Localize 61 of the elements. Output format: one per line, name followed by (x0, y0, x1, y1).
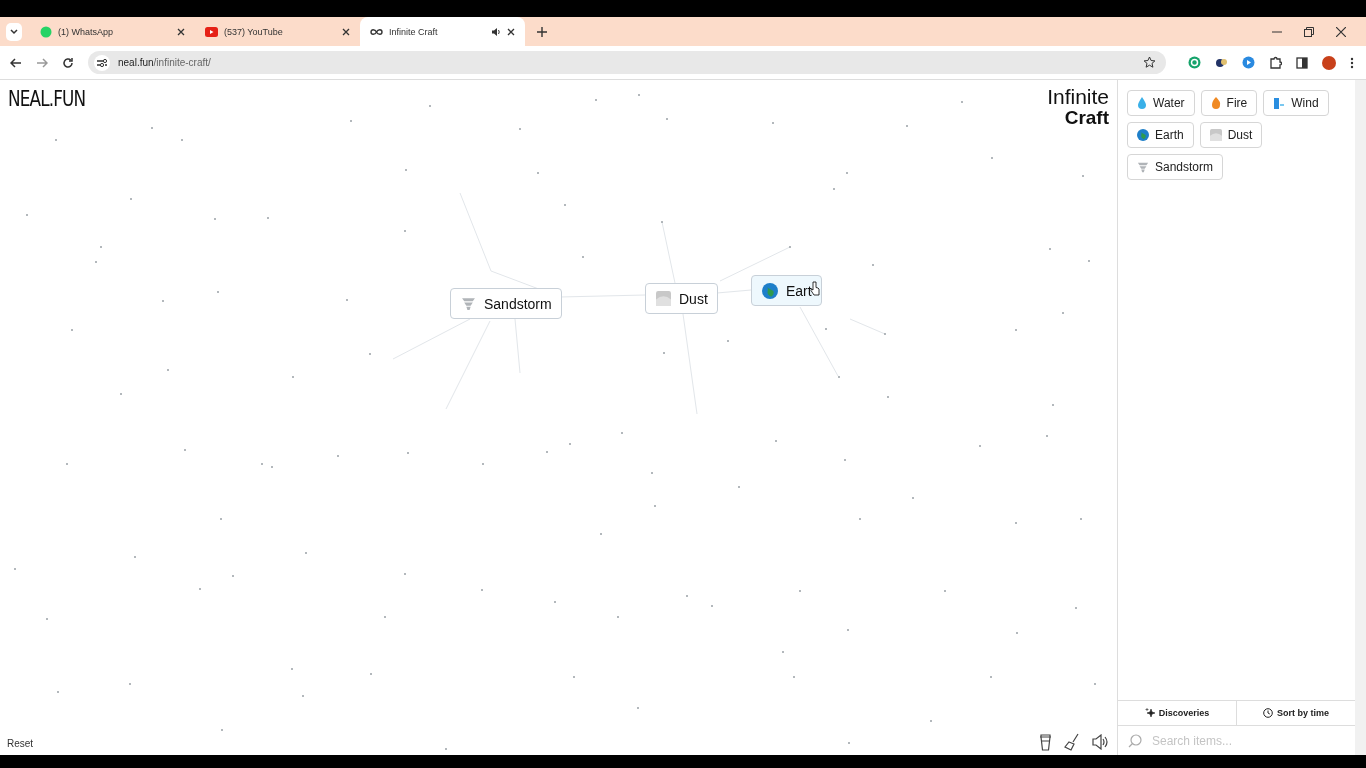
star-icon[interactable] (1143, 56, 1156, 69)
reload-icon[interactable] (62, 56, 74, 69)
flame-icon (1210, 97, 1221, 109)
more-menu-icon[interactable] (1350, 56, 1354, 69)
element-tile[interactable]: Dust (1199, 122, 1263, 148)
element-tile[interactable]: Water (1127, 90, 1195, 116)
element-tile[interactable]: Sandstorm (450, 288, 562, 319)
tab-list-button[interactable] (6, 22, 22, 41)
close-icon[interactable] (507, 27, 515, 36)
search-icon (1128, 733, 1142, 748)
game-title: Infinite (1047, 86, 1109, 107)
address-bar[interactable]: neal.fun/infinite-craft/ (88, 51, 1166, 74)
speaker-icon (491, 26, 501, 37)
close-icon[interactable] (342, 27, 350, 36)
back-arrow-icon[interactable] (10, 56, 22, 69)
globe-icon (1137, 129, 1149, 141)
reset-button[interactable]: Reset (7, 738, 34, 749)
search-field[interactable]: Search items... (1150, 732, 1345, 749)
site-logo[interactable]: NEAL.FUN (8, 86, 86, 111)
broom-icon[interactable] (1064, 733, 1080, 751)
element-tile[interactable]: Fire (1200, 90, 1258, 116)
browser-tab[interactable]: (537) YouTube (195, 17, 360, 46)
scrollbar[interactable] (1355, 80, 1366, 755)
sparkle-icon (1144, 708, 1155, 718)
restore-icon[interactable] (1304, 26, 1314, 37)
url-text: neal.fun/infinite-craft/ (118, 57, 211, 68)
chevron-down-icon (9, 26, 19, 37)
water-drop-icon (1137, 97, 1147, 109)
game-title: Craft (1064, 107, 1109, 128)
element-tile[interactable]: Earth (1127, 122, 1194, 148)
tab-title: (1) WhatsApp (58, 26, 115, 37)
play-icon (205, 26, 218, 37)
tornado-icon (461, 296, 476, 311)
close-icon[interactable] (177, 27, 185, 36)
element-tile[interactable]: Eart (751, 275, 822, 306)
tornado-icon (1137, 161, 1149, 173)
wind-icon (1273, 97, 1286, 109)
puzzle-icon[interactable] (1269, 56, 1282, 69)
speaker-icon[interactable] (1092, 734, 1109, 750)
element-tile[interactable]: Sandstorm (1127, 154, 1224, 180)
coffee-cup-icon[interactable] (1039, 733, 1052, 751)
side-panel-icon[interactable] (1296, 56, 1308, 69)
hand-cursor-icon (810, 281, 820, 296)
chat-icon (40, 25, 52, 38)
tab-title: Infinite Craft (389, 26, 439, 37)
browser-tab[interactable]: (1) WhatsApp (30, 17, 195, 46)
profile-avatar[interactable] (1322, 55, 1336, 70)
dust-square-icon (1209, 129, 1222, 141)
clock-icon (1263, 708, 1273, 718)
extension-icon[interactable] (1215, 56, 1228, 69)
forward-arrow-icon[interactable] (36, 56, 48, 69)
new-tab-icon[interactable] (537, 26, 547, 37)
tab-title: (537) YouTube (224, 26, 284, 37)
element-tile[interactable]: Wind (1263, 90, 1329, 116)
browser-tab[interactable]: Infinite Craft (360, 17, 525, 46)
site-settings-icon[interactable] (94, 54, 110, 71)
globe-icon (762, 282, 778, 299)
infinity-icon (370, 27, 383, 36)
dust-square-icon (656, 291, 671, 306)
element-tile[interactable]: Dust (645, 283, 718, 314)
close-icon[interactable] (1336, 26, 1346, 37)
